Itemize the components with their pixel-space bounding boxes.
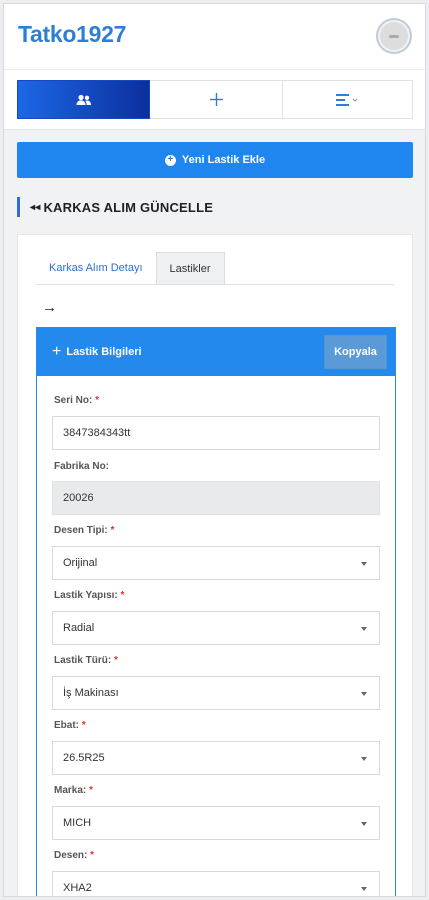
size-label: Ebat: * bbox=[54, 720, 86, 731]
tab-tires[interactable]: Lastikler bbox=[155, 252, 225, 284]
tire-info-panel: + Lastik Bilgileri Kopyala Seri No: * 38… bbox=[36, 327, 396, 896]
brand-label: Marka: * bbox=[54, 785, 93, 796]
avatar-placeholder bbox=[389, 34, 399, 38]
plus-circle-icon: + bbox=[164, 154, 176, 166]
tab-karkas-detail[interactable]: Karkas Alım Detayı bbox=[36, 252, 156, 284]
section-title-text: KARKAS ALIM GÜNCELLE bbox=[43, 199, 214, 215]
tire-type-select[interactable]: İş Makinası bbox=[52, 676, 380, 710]
brand-select[interactable]: MICH bbox=[52, 806, 380, 840]
header: Tatko1927 bbox=[4, 4, 425, 70]
copy-button[interactable]: Kopyala bbox=[324, 335, 387, 369]
factory-input: 20026 bbox=[52, 481, 380, 515]
arrow-right-icon[interactable]: → bbox=[42, 299, 57, 316]
tabs: Karkas Alım Detayı Lastikler bbox=[36, 252, 225, 284]
list-menu-button[interactable] bbox=[283, 80, 413, 119]
caret-down-icon bbox=[361, 887, 367, 891]
users-icon bbox=[76, 94, 92, 106]
new-tire-button[interactable]: + Yeni Lastik Ekle bbox=[17, 142, 413, 178]
pattern-select[interactable]: XHA2 bbox=[52, 871, 380, 896]
pattern-type-label: Desen Tipi: * bbox=[54, 525, 115, 536]
pattern-label: Desen: * bbox=[54, 850, 95, 861]
caret-down-icon bbox=[361, 562, 367, 566]
users-button[interactable] bbox=[17, 80, 150, 119]
brand-title[interactable]: Tatko1927 bbox=[18, 21, 126, 48]
double-chevron-left-icon[interactable]: ◂◂ bbox=[30, 202, 40, 213]
caret-down-icon bbox=[361, 627, 367, 631]
structure-label: Lastik Yapısı: * bbox=[54, 590, 125, 601]
list-dropdown-icon bbox=[335, 93, 360, 106]
plus-icon bbox=[209, 93, 223, 106]
size-select[interactable]: 26.5R25 bbox=[52, 741, 380, 775]
app-frame: Tatko1927 + Yeni Lastik Ekle ◂◂ KARKAS A… bbox=[3, 3, 426, 897]
plus-icon: + bbox=[52, 343, 62, 360]
structure-select[interactable]: Radial bbox=[52, 611, 380, 645]
pattern-type-select[interactable]: Orijinal bbox=[52, 546, 380, 580]
serial-label: Seri No: * bbox=[54, 395, 100, 406]
add-button[interactable] bbox=[150, 80, 283, 119]
factory-label: Fabrika No: bbox=[54, 461, 110, 472]
section-title: ◂◂ KARKAS ALIM GÜNCELLE bbox=[17, 197, 213, 217]
serial-input[interactable]: 3847384343tt bbox=[52, 416, 380, 450]
new-tire-label: Yeni Lastik Ekle bbox=[181, 154, 266, 166]
panel-title: + Lastik Bilgileri bbox=[52, 344, 142, 360]
tabs-divider bbox=[36, 284, 394, 285]
tire-type-label: Lastik Türü: * bbox=[54, 655, 118, 666]
user-avatar-icon[interactable] bbox=[376, 18, 412, 54]
toolbar bbox=[4, 70, 425, 130]
content-card: Karkas Alım Detayı Lastikler → + Lastik … bbox=[17, 234, 413, 896]
caret-down-icon bbox=[361, 692, 367, 696]
caret-down-icon bbox=[361, 822, 367, 826]
panel-header: + Lastik Bilgileri Kopyala bbox=[37, 328, 395, 376]
caret-down-icon bbox=[361, 757, 367, 761]
panel-title-text: Lastik Bilgileri bbox=[66, 346, 142, 358]
